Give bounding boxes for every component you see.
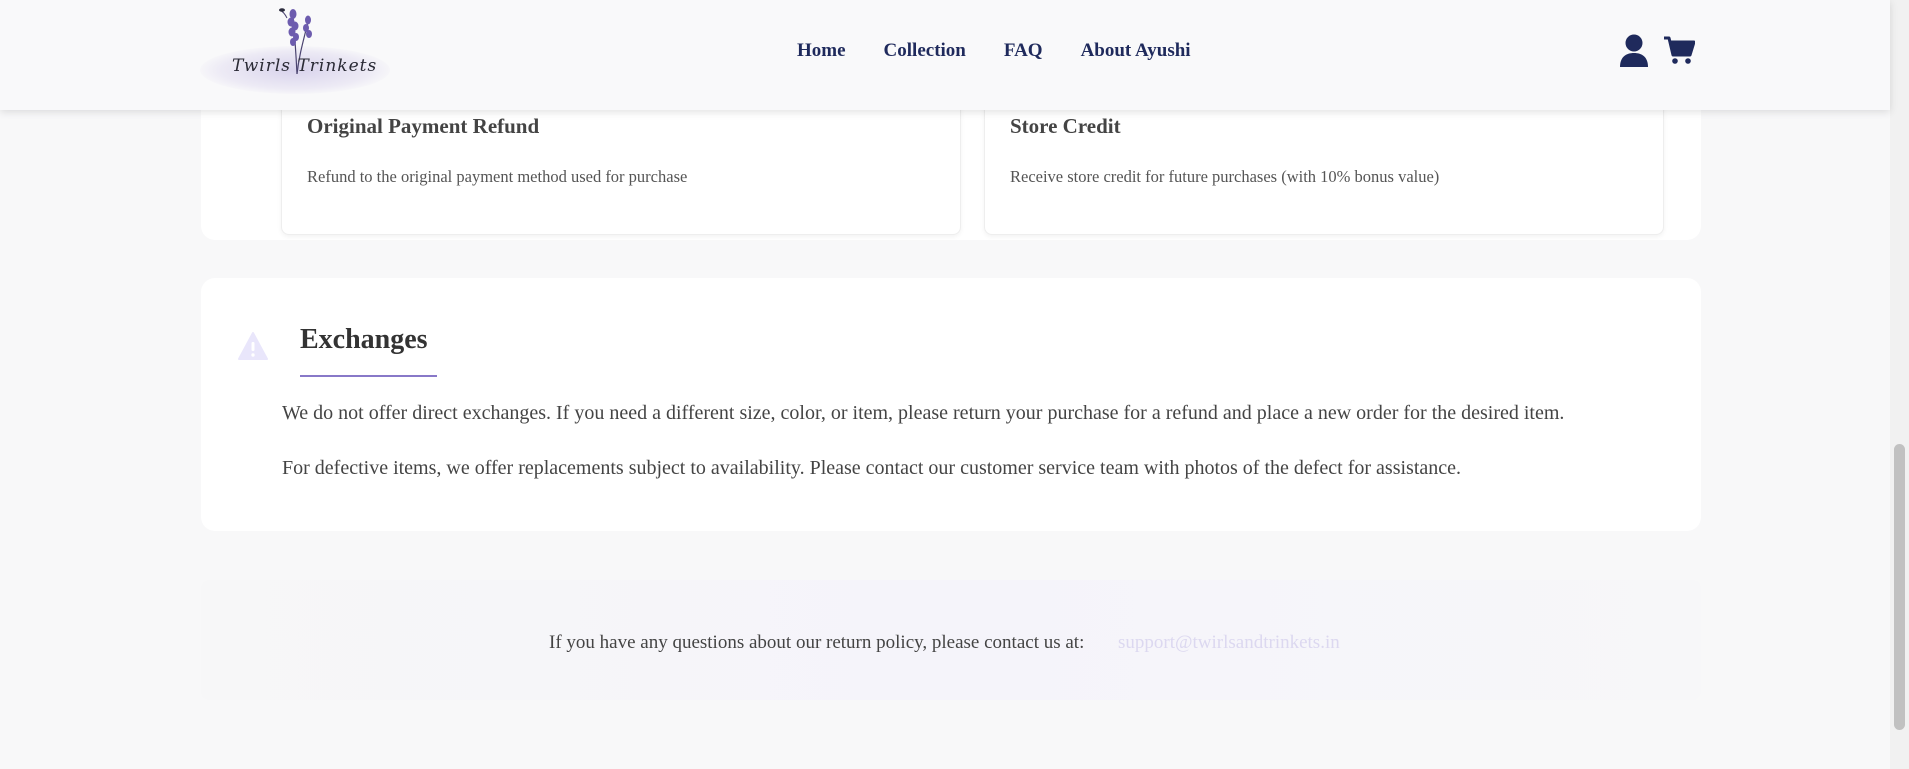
header-icons [1619, 34, 1696, 73]
exchanges-paragraph: We do not offer direct exchanges. If you… [282, 402, 1565, 424]
page: Original Payment Refund Refund to the or… [0, 0, 1909, 769]
refund-option-title: Original Payment Refund [307, 114, 540, 138]
nav-home[interactable]: Home [797, 40, 846, 62]
nav-collection[interactable]: Collection [884, 40, 966, 62]
support-email-link[interactable]: support@twirlsandtrinkets.in [1118, 632, 1340, 654]
page-scrollbar[interactable] [1890, 0, 1909, 769]
refund-option-description: Receive store credit for future purchase… [1010, 167, 1440, 186]
contact-section: If you have any questions about our retu… [201, 580, 1701, 700]
user-icon[interactable] [1619, 34, 1649, 73]
warning-icon [237, 331, 269, 366]
main-nav: Home Collection FAQ About Ayushi [797, 40, 1191, 62]
refund-option-description: Refund to the original payment method us… [307, 167, 688, 186]
nav-about-ayushi[interactable]: About Ayushi [1081, 40, 1191, 62]
contact-text: If you have any questions about our retu… [549, 632, 1085, 653]
nav-faq[interactable]: FAQ [1004, 40, 1043, 62]
exchanges-title: Exchanges [300, 324, 428, 355]
logo[interactable]: Twirls Trinkets [200, 4, 390, 96]
scrollbar-thumb[interactable] [1894, 444, 1905, 730]
cart-icon[interactable] [1663, 34, 1696, 73]
exchanges-paragraph: For defective items, we offer replacemen… [282, 457, 1462, 479]
logo-text: Twirls Trinkets [232, 56, 378, 76]
exchanges-card: Exchanges We do not offer direct exchang… [201, 278, 1701, 531]
site-header: Twirls Trinkets Home Collection FAQ Abou… [0, 0, 1890, 110]
title-underline [300, 375, 437, 377]
refund-option-title: Store Credit [1010, 114, 1121, 138]
